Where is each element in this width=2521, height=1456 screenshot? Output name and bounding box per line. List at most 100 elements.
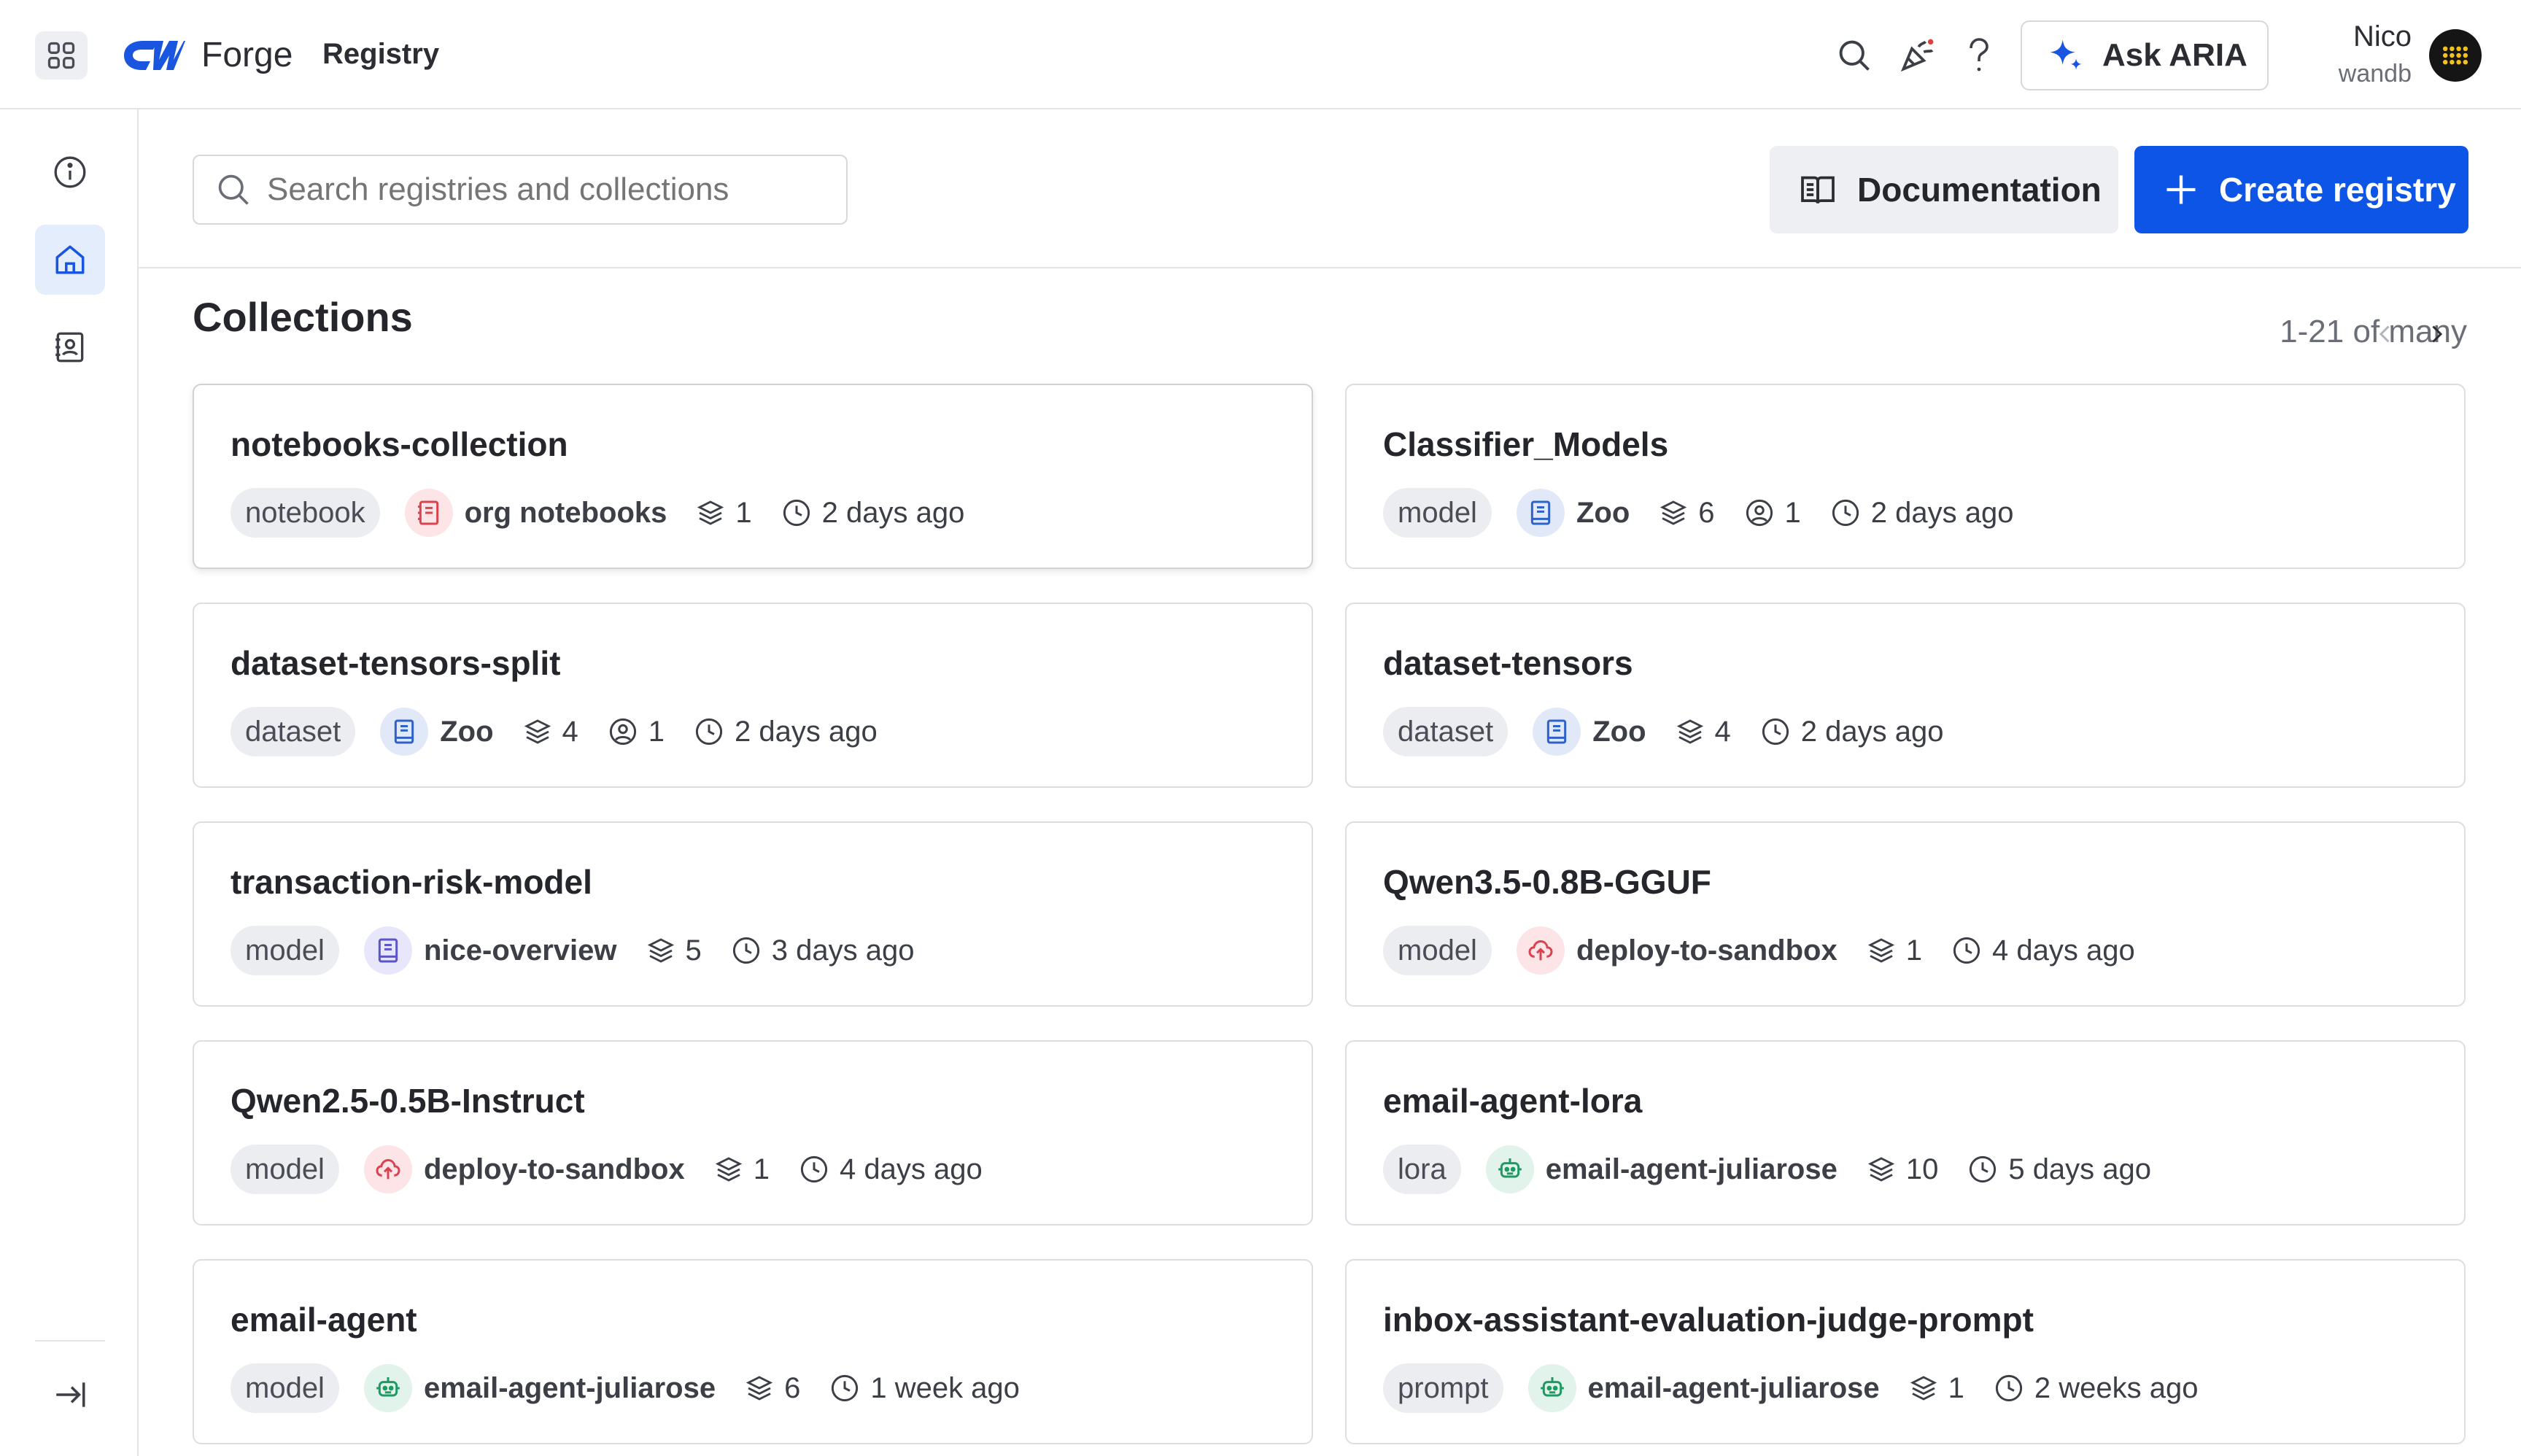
ask-aria-button[interactable]: Ask ARIA [2021,20,2269,90]
registry-name[interactable]: Zoo [1576,497,1630,530]
clock-icon [783,499,810,527]
updated-time-value: 3 days ago [771,934,915,967]
collection-meta: prompt email-agent-juliarose 1 2 weeks ago [1383,1363,2227,1414]
clock-icon [832,1374,859,1402]
robot-icon [1498,1158,1522,1178]
layers-icon [715,1157,742,1182]
registry-icon [1516,926,1565,975]
plus-icon [2166,175,2196,204]
avatar[interactable] [2429,29,2482,82]
collection-card[interactable]: email-agent model email-agent-juliarose 6 1 … [193,1259,1313,1444]
top-bar: Forge Registry Ask ARIA Nico wandb [0,0,2521,109]
search-button[interactable] [1832,34,1876,77]
next-page-button[interactable] [2417,312,2455,356]
registry-name[interactable]: email-agent-juliarose [1546,1153,1837,1186]
type-badge: notebook [231,488,380,538]
app-switcher-button[interactable] [35,31,88,80]
collection-meta: model deploy-to-sandbox 1 4 days ago [1383,925,2164,976]
layers-icon [697,500,724,525]
registry-name[interactable]: org notebooks [465,497,667,530]
toolbar: Documentation Create registry [139,109,2521,268]
robot-icon [376,1377,400,1397]
collection-name[interactable]: dataset-tensors-split [231,643,560,683]
sidebar-expand-button[interactable] [35,1360,105,1430]
version-count: 1 [1867,934,1922,967]
grid-icon [47,42,75,69]
help-button[interactable] [1956,32,2000,79]
sidebar-item-home[interactable] [35,225,105,295]
collection-name[interactable]: notebooks-collection [231,425,568,464]
layers-icon [1867,938,1894,963]
registry-icon [363,1364,412,1412]
type-badge: model [1383,488,1492,538]
type-badge: model [1383,926,1492,975]
nav-registry[interactable]: Registry [322,38,439,71]
registry-name[interactable]: Zoo [440,716,493,748]
sparkle-icon [2050,39,2082,70]
documentation-label: Documentation [1857,171,2102,209]
collection-name[interactable]: inbox-assistant-evaluation-judge-prompt [1383,1300,2034,1339]
search-input[interactable] [266,171,823,209]
book-open-icon [1801,176,1835,204]
updated-time: 2 days ago [694,716,878,748]
type-badge: model [231,1145,339,1194]
previous-page-button[interactable] [2366,312,2404,356]
updated-time-value: 5 days ago [2008,1153,2152,1185]
collection-card[interactable]: dataset-tensors dataset Zoo 4 2 days ago [1345,603,2466,788]
registry-name[interactable]: nice-overview [424,934,617,967]
updated-time-value: 2 days ago [1870,496,2014,529]
book-icon [395,719,414,744]
member-count-value: 1 [1784,496,1801,529]
create-registry-label: Create registry [2219,171,2456,209]
collection-card[interactable]: Classifier_Models model Zoo 6 1 2 days ago [1345,384,2466,569]
search-field[interactable] [193,155,848,225]
collection-card[interactable]: Qwen3.5-0.8B-GGUF model deploy-to-sandbox 1… [1345,821,2466,1007]
registry-name[interactable]: deploy-to-sandbox [424,1153,685,1186]
sidebar-item-directory[interactable] [35,312,105,382]
collection-name[interactable]: email-agent-lora [1383,1081,1642,1120]
collection-name[interactable]: email-agent [231,1300,417,1339]
collection-name[interactable]: transaction-risk-model [231,862,592,902]
collection-card[interactable]: dataset-tensors-split dataset Zoo 4 1 2 days … [193,603,1313,788]
collection-name[interactable]: Qwen2.5-0.5B-Instruct [231,1081,585,1120]
documentation-button[interactable]: Documentation [1770,146,2118,233]
version-count: 4 [1676,716,1731,748]
type-badge: prompt [1383,1363,1503,1413]
registry-icon [404,489,453,537]
collection-name[interactable]: Classifier_Models [1383,425,1668,464]
type-badge: model [231,926,339,975]
layers-icon [647,938,674,963]
brand-logo[interactable] [121,35,185,76]
version-count: 1 [714,1153,770,1186]
brand-name[interactable]: Forge [201,35,293,75]
version-count-value: 10 [1905,1153,1939,1185]
collection-card[interactable]: notebooks-collection notebook org notebook… [193,384,1313,569]
clock-icon [1970,1155,1997,1183]
version-count-value: 4 [562,715,578,748]
registry-icon [1485,1145,1534,1193]
registry-name[interactable]: Zoo [1592,716,1646,748]
registry-name[interactable]: deploy-to-sandbox [1576,934,1837,967]
user-org: wandb [2338,60,2412,88]
registry-name[interactable]: email-agent-juliarose [1588,1372,1880,1405]
layers-icon [746,1376,773,1401]
registry-icon [363,1145,412,1193]
sidebar [0,109,139,1456]
collection-card[interactable]: transaction-risk-model model nice-overview… [193,821,1313,1007]
whats-new-button[interactable] [1894,32,1940,79]
clock-icon [732,937,759,964]
member-count: 1 [608,716,665,748]
collection-card[interactable]: inbox-assistant-evaluation-judge-prompt p… [1345,1259,2466,1444]
version-count: 4 [523,716,578,748]
collection-name[interactable]: dataset-tensors [1383,643,1633,683]
create-registry-button[interactable]: Create registry [2134,146,2468,233]
collection-card[interactable]: Qwen2.5-0.5B-Instruct model deploy-to-sand… [193,1040,1313,1225]
collection-meta: dataset Zoo 4 2 days ago [1383,706,1972,757]
collection-card[interactable]: email-agent-lora lora email-agent-juliaros… [1345,1040,2466,1225]
sidebar-item-info[interactable] [35,137,105,207]
user-name[interactable]: Nico [2350,20,2412,53]
registry-icon [363,926,412,975]
version-count: 5 [646,934,702,967]
collection-name[interactable]: Qwen3.5-0.8B-GGUF [1383,862,1711,902]
registry-name[interactable]: email-agent-juliarose [424,1372,716,1405]
